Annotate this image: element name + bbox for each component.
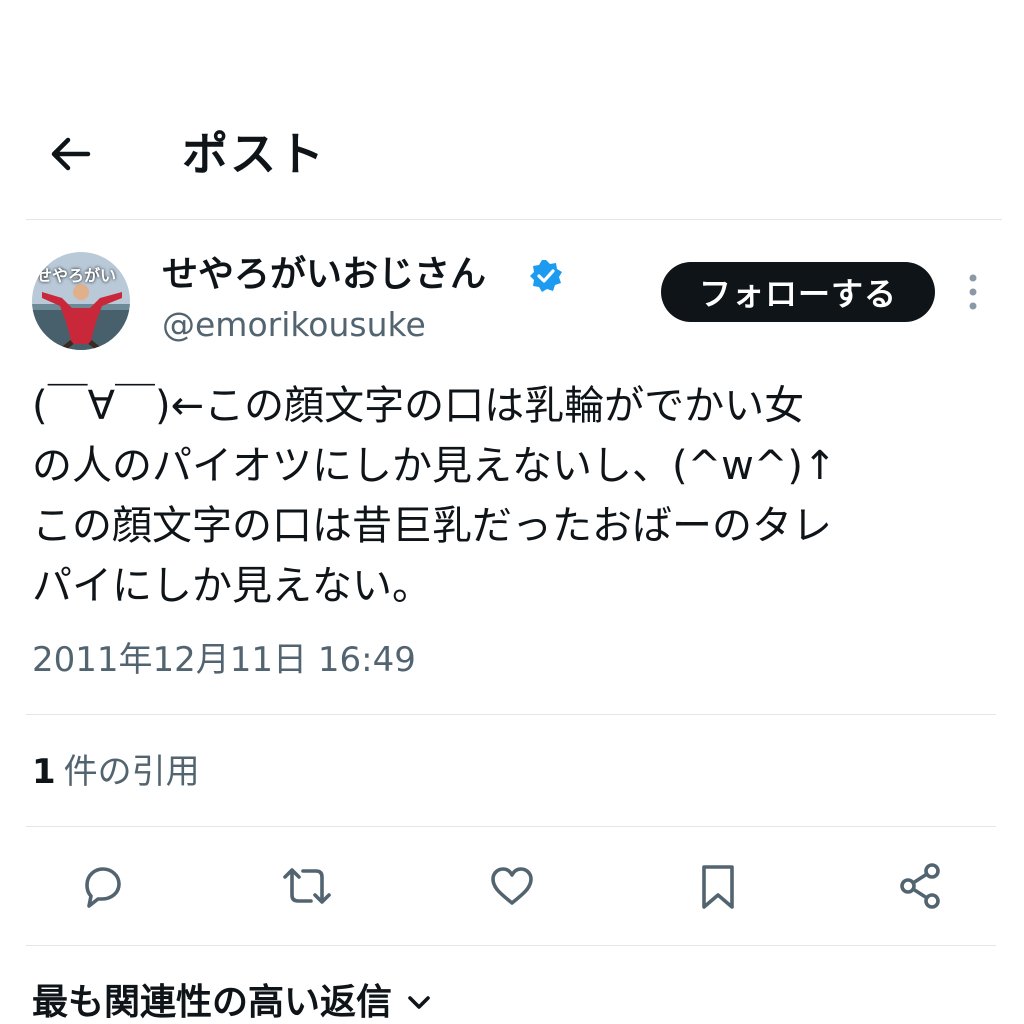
tweet-author: せやろがい せやろがいおじさん @emorikousuke フォローする — [0, 240, 1024, 360]
tweet-timestamp[interactable]: 2011年12月11日 16:49 — [32, 636, 416, 684]
tweet-text: (￣∀￣)←この顔文字の口は乳輪がでかい女 の人のパイオツにしか見えないし、(^… — [32, 383, 837, 609]
verified-badge-icon — [530, 260, 562, 292]
author-handle[interactable]: @emorikousuke — [162, 302, 426, 348]
page-title: ポスト — [182, 127, 326, 181]
divider — [26, 826, 996, 827]
divider — [26, 714, 996, 715]
divider — [26, 219, 1002, 220]
reply-button[interactable] — [74, 858, 130, 914]
chevron-down-icon — [408, 996, 430, 1009]
share-button[interactable] — [893, 858, 949, 914]
avatar-text: せやろがい — [36, 266, 117, 285]
quote-count-link[interactable]: 1 件の引用 — [32, 748, 200, 796]
divider — [26, 945, 996, 946]
back-button[interactable] — [40, 128, 100, 180]
more-options-icon[interactable] — [956, 270, 990, 314]
avatar[interactable]: せやろがい — [32, 252, 130, 350]
replies-sort-dropdown[interactable]: 最も関連性の高い返信 — [32, 978, 432, 1024]
quote-count: 1 — [32, 752, 56, 792]
author-display-name[interactable]: せやろがいおじさん — [162, 250, 486, 300]
share-icon — [900, 863, 940, 909]
top-bar: ポスト — [0, 0, 1024, 220]
retweet-icon — [283, 868, 331, 904]
arrow-left-icon — [51, 137, 91, 171]
bookmark-button[interactable] — [690, 858, 746, 914]
replies-sort-label: 最も関連性の高い返信 — [32, 982, 393, 1023]
retweet-button[interactable] — [279, 858, 335, 914]
quote-label: 件の引用 — [63, 752, 200, 792]
like-icon — [491, 867, 533, 905]
tweet-actions — [0, 852, 1024, 922]
follow-button[interactable]: フォローする — [661, 262, 935, 322]
reply-icon — [85, 867, 121, 908]
like-button[interactable] — [484, 858, 540, 914]
bookmark-icon — [702, 865, 734, 909]
